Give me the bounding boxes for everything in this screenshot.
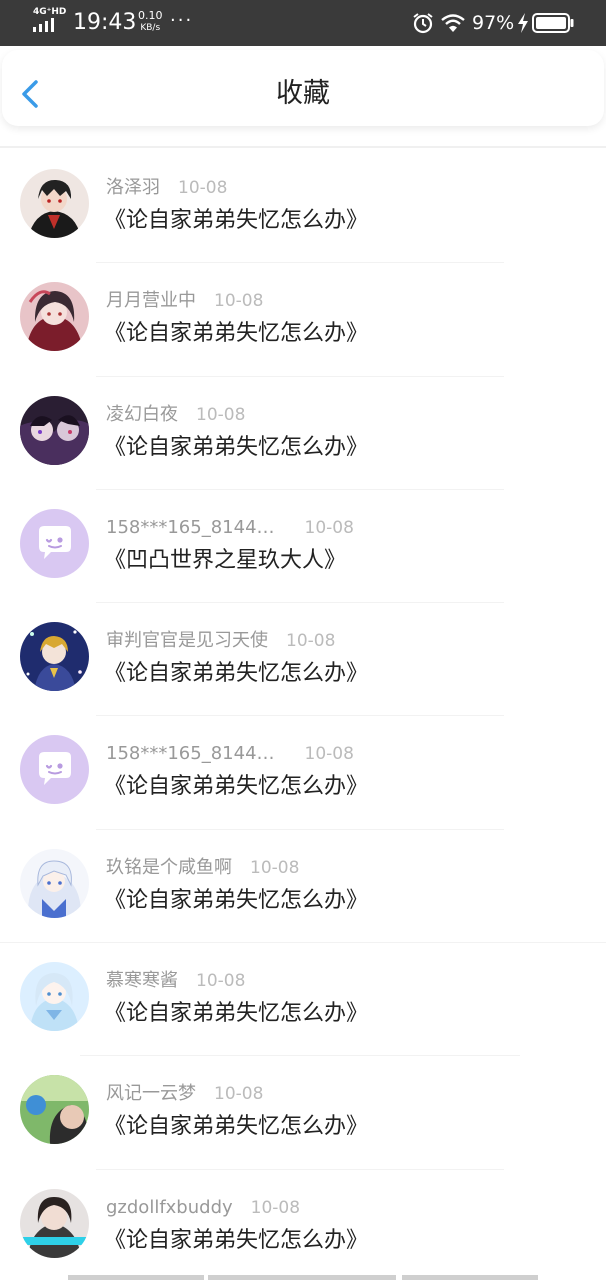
work-title[interactable]: 《论自家弟弟失忆怎么办》 xyxy=(104,657,368,691)
avatar[interactable] xyxy=(20,622,89,692)
favorite-item[interactable]: 凌幻白夜 10-08 《论自家弟弟失忆怎么办》 xyxy=(0,377,606,490)
chat-bubble-icon xyxy=(20,508,89,578)
favorites-screen: 4G⁺HD 19:43 0.10 KB/s ··· 97% 收藏 洛泽羽 10-… xyxy=(0,0,606,1280)
status-bar: 4G⁺HD 19:43 0.10 KB/s ··· 97% xyxy=(0,0,606,46)
author-name[interactable]: 158***165_8144… xyxy=(106,740,275,768)
battery-icon xyxy=(532,13,574,33)
item-meta: 玖铭是个咸鱼啊 10-08 xyxy=(106,854,299,884)
favorite-item[interactable]: 158***165_8144… 10-08 《论自家弟弟失忆怎么办》 xyxy=(0,716,606,830)
date: 10-08 xyxy=(178,178,228,198)
work-title[interactable]: 《论自家弟弟失忆怎么办》 xyxy=(104,997,368,1031)
item-meta: 158***165_8144… 10-08 xyxy=(106,514,354,544)
avatar[interactable] xyxy=(20,735,89,805)
author-name[interactable]: 慕寒寒酱 xyxy=(106,967,178,995)
avatar[interactable] xyxy=(20,282,89,352)
avatar[interactable] xyxy=(20,962,89,1032)
clock: 19:43 xyxy=(73,10,137,35)
date: 10-08 xyxy=(286,631,336,652)
network-speed-value: 0.10 xyxy=(138,9,163,22)
date: 10-08 xyxy=(304,517,354,538)
favorite-item[interactable]: 月月营业中 10-08 《论自家弟弟失忆怎么办》 xyxy=(0,263,606,377)
work-title[interactable]: 《论自家弟弟失忆怎么办》 xyxy=(104,1224,368,1258)
work-title[interactable]: 《论自家弟弟失忆怎么办》 xyxy=(104,431,368,465)
avatar[interactable] xyxy=(20,508,89,578)
favorites-list: 洛泽羽 10-08 《论自家弟弟失忆怎么办》 月月营业中 10-08 《论自家弟… xyxy=(0,150,606,1280)
item-meta: 洛泽羽 10-08 xyxy=(106,174,227,204)
item-meta: gzdollfxbuddy 10-08 xyxy=(106,1194,300,1224)
network-speed-unit: KB/s xyxy=(140,23,161,33)
favorite-item[interactable]: 慕寒寒酱 10-08 《论自家弟弟失忆怎么办》 xyxy=(0,943,606,1057)
signal-icon xyxy=(33,18,54,32)
work-title[interactable]: 《论自家弟弟失忆怎么办》 xyxy=(104,204,368,238)
network-speed: 0.10 KB/s xyxy=(138,10,163,34)
author-name[interactable]: 风记一云梦 xyxy=(106,1080,196,1108)
work-title[interactable]: 《论自家弟弟失忆怎么办》 xyxy=(104,770,368,804)
favorite-item[interactable]: gzdollfxbuddy 10-08 《论自家弟弟失忆怎么办》 xyxy=(0,1170,606,1280)
favorite-item[interactable]: 洛泽羽 10-08 《论自家弟弟失忆怎么办》 xyxy=(0,150,606,264)
page-title: 收藏 xyxy=(276,78,330,109)
chat-bubble-icon xyxy=(20,735,89,805)
date: 10-08 xyxy=(196,404,246,425)
work-title[interactable]: 《论自家弟弟失忆怎么办》 xyxy=(104,317,368,351)
item-meta: 凌幻白夜 10-08 xyxy=(106,401,245,431)
author-name[interactable]: 月月营业中 xyxy=(106,287,196,315)
more-notifications-icon: ··· xyxy=(170,10,194,31)
author-name[interactable]: gzdollfxbuddy xyxy=(106,1194,233,1222)
favorite-item[interactable]: 158***165_8144… 10-08 《凹凸世界之星玖大人》 xyxy=(0,490,606,604)
navigation-bar: 收藏 xyxy=(0,46,606,130)
date: 10-08 xyxy=(214,1084,264,1105)
favorite-item[interactable]: 风记一云梦 10-08 《论自家弟弟失忆怎么办》 xyxy=(0,1056,606,1170)
author-name[interactable]: 凌幻白夜 xyxy=(106,401,178,429)
alarm-icon xyxy=(413,13,433,34)
item-meta: 月月营业中 10-08 xyxy=(106,287,263,317)
date: 10-08 xyxy=(196,971,246,992)
work-title[interactable]: 《论自家弟弟失忆怎么办》 xyxy=(104,1110,368,1144)
favorite-item[interactable]: 玖铭是个咸鱼啊 10-08 《论自家弟弟失忆怎么办》 xyxy=(0,830,606,944)
author-name[interactable]: 158***165_8144… xyxy=(106,514,275,542)
avatar[interactable] xyxy=(20,848,89,918)
item-meta: 审判官官是见习天使 10-08 xyxy=(106,627,335,657)
date: 10-08 xyxy=(304,744,354,765)
author-name[interactable]: 审判官官是见习天使 xyxy=(106,627,268,655)
avatar[interactable] xyxy=(20,1188,89,1258)
wifi-icon xyxy=(441,14,465,32)
charging-icon xyxy=(518,13,528,33)
author-name[interactable]: 洛泽羽 xyxy=(106,174,160,202)
date: 10-08 xyxy=(250,857,300,878)
avatar[interactable] xyxy=(20,169,89,238)
battery-percent: 97% xyxy=(472,12,515,34)
avatar[interactable] xyxy=(20,395,89,465)
favorite-item[interactable]: 审判官官是见习天使 10-08 《论自家弟弟失忆怎么办》 xyxy=(0,603,606,717)
network-type: 4G⁺HD xyxy=(33,7,67,17)
divider xyxy=(0,146,606,148)
avatar[interactable] xyxy=(20,1075,89,1145)
bottom-tab-bar-edge xyxy=(68,1275,538,1280)
author-name[interactable]: 玖铭是个咸鱼啊 xyxy=(106,854,232,882)
item-meta: 158***165_8144… 10-08 xyxy=(106,740,354,770)
work-title[interactable]: 《论自家弟弟失忆怎么办》 xyxy=(104,884,368,918)
work-title[interactable]: 《凹凸世界之星玖大人》 xyxy=(104,544,346,578)
item-meta: 风记一云梦 10-08 xyxy=(106,1080,263,1110)
item-meta: 慕寒寒酱 10-08 xyxy=(106,967,245,997)
date: 10-08 xyxy=(214,291,264,312)
date: 10-08 xyxy=(250,1197,301,1218)
